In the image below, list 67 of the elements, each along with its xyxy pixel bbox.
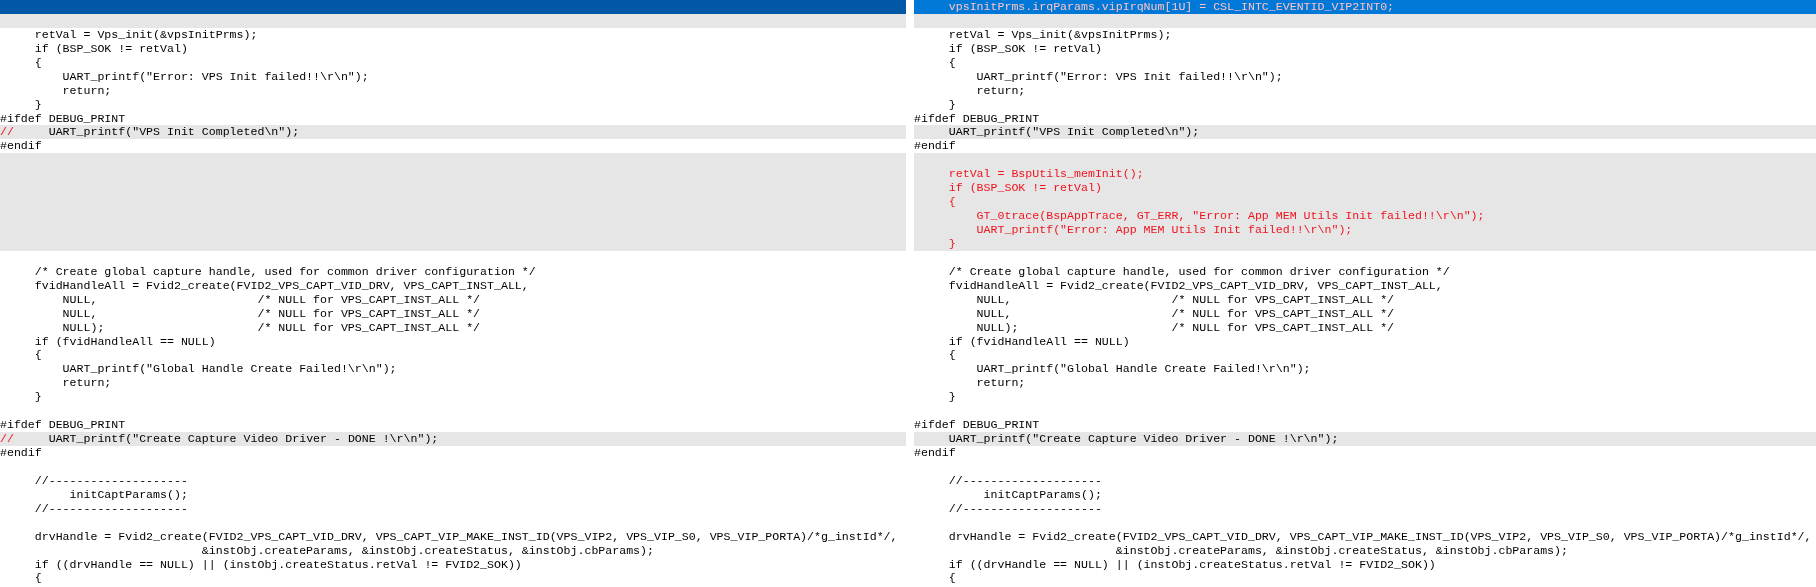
code-line: NULL); /* NULL for VPS_CAPT_INST_ALL */ (975, 320, 1395, 335)
code-line: UART_printf("Error: VPS Init failed!!\r\n"); (61, 69, 369, 84)
code-line: #ifdef DEBUG_PRINT (0, 418, 126, 433)
code-line: return; (975, 83, 1026, 98)
code-line: initCaptParams(); (982, 487, 1102, 502)
code-line: //-------------------- (33, 473, 188, 488)
code-line: UART_printf("Create Capture Video Driver - DONE !\r\n"); (47, 432, 439, 446)
code-line: #ifdef DEBUG_PRINT (914, 418, 1040, 433)
code-line: drvHandle = Fvid2_create(FVID2_VPS_CAPT_VID_DRV, VPS_CAPT_VIP_MAKE_INST_ID(VPS_VIP2, VPS_VIP_S0, VPS_VIP_PORTA)/*g_instId*/, (33, 529, 898, 544)
code-line: { (33, 348, 42, 363)
code-line: if (BSP_SOK != retVal) (947, 181, 1102, 196)
code-line: UART_printf("Create Capture Video Driver - DONE !\r\n"); (947, 432, 1339, 446)
code-line: { (947, 55, 956, 70)
code-line: { (33, 571, 42, 586)
comment-marker: // (0, 125, 14, 140)
code-line: #endif (914, 139, 956, 154)
code-line: #endif (0, 139, 42, 154)
code-line: } (947, 390, 956, 405)
code-line: UART_printf("VPS Init Completed\n"); (947, 125, 1200, 140)
code-line: UART_printf("VPS Init Completed\n"); (47, 125, 300, 140)
code-line: /* Create global capture handle, used for common driver configuration */ (947, 264, 1450, 279)
code-line: #ifdef DEBUG_PRINT (914, 111, 1040, 126)
code-line: //-------------------- (947, 501, 1102, 516)
code-line: &instObj.createParams, &instObj.createStatus, &instObj.cbParams); (200, 543, 654, 558)
code-line: GT_0trace(BspAppTrace, GT_ERR, "Error: App MEM Utils Init failed!!\r\n"); (975, 209, 1485, 223)
code-line: //-------------------- (947, 473, 1102, 488)
code-line: UART_printf("Global Handle Create Failed!\r\n"); (61, 362, 397, 377)
code-line: &instObj.createParams, &instObj.createStatus, &instObj.cbParams); (1114, 543, 1568, 558)
code-line: NULL, /* NULL for VPS_CAPT_INST_ALL */ (61, 306, 481, 321)
code-line: if (BSP_SOK != retVal) (947, 41, 1102, 56)
code-line: return; (61, 376, 112, 391)
code-line: retVal = BspUtils_memInit(); (947, 167, 1144, 182)
code-line: drvHandle = Fvid2_create(FVID2_VPS_CAPT_VID_DRV, VPS_CAPT_VIP_MAKE_INST_ID(VPS_VIP2, VPS_VIP_S0, VPS_VIP_PORTA)/*g_instId*/, (947, 529, 1812, 544)
code-line: } (947, 97, 956, 112)
code-line: retVal = Vps_init(&vpsInitPrms); (947, 27, 1172, 42)
code-line: { (33, 55, 42, 70)
code-line: return; (61, 83, 112, 98)
code-line: NULL, /* NULL for VPS_CAPT_INST_ALL */ (975, 306, 1395, 321)
code-line: #ifdef DEBUG_PRINT (0, 111, 126, 126)
code-line: if ((drvHandle == NULL) || (instObj.createStatus.retVal != FVID2_SOK)) (33, 557, 522, 572)
code-line: /* Create global capture handle, used for common driver configuration */ (33, 264, 536, 279)
code-line: { (947, 348, 956, 363)
code-line: NULL, /* NULL for VPS_CAPT_INST_ALL */ (975, 292, 1395, 307)
code-line: retVal = Vps_init(&vpsInitPrms); (33, 27, 258, 42)
code-line: { (947, 571, 956, 586)
code-line: #endif (0, 446, 42, 460)
code-line: NULL, /* NULL for VPS_CAPT_INST_ALL */ (61, 292, 481, 307)
code-line: } (33, 97, 42, 112)
code-line: if (fvidHandleAll == NULL) (33, 334, 216, 349)
code-line: } (947, 236, 956, 251)
code-line: } (33, 390, 42, 405)
code-line: #endif (914, 446, 956, 460)
code-line: //-------------------- (33, 501, 188, 516)
code-line: if (fvidHandleAll == NULL) (947, 334, 1130, 349)
code-line: if ((drvHandle == NULL) || (instObj.createStatus.retVal != FVID2_SOK)) (947, 557, 1436, 572)
comment-marker: // (0, 432, 14, 446)
code-line: return; (975, 376, 1026, 391)
code-line: vpsInitPrms.irqParams.vipIrqNum[1U] = CSL_INTC_EVENTID_VIP2INT0; (947, 0, 1395, 14)
code-line: UART_printf("Error: App MEM Utils Init failed!!\r\n"); (975, 223, 1353, 237)
code-line: NULL); /* NULL for VPS_CAPT_INST_ALL */ (61, 320, 481, 335)
code-line: UART_printf("Global Handle Create Failed!\r\n"); (975, 362, 1311, 377)
code-line: fvidHandleAll = Fvid2_create(FVID2_VPS_CAPT_VID_DRV, VPS_CAPT_INST_ALL, (33, 278, 529, 293)
code-line: if (BSP_SOK != retVal) (33, 41, 188, 56)
code-line: initCaptParams(); (68, 487, 188, 502)
code-line: { (947, 195, 956, 210)
code-line: fvidHandleAll = Fvid2_create(FVID2_VPS_CAPT_VID_DRV, VPS_CAPT_INST_ALL, (947, 278, 1443, 293)
code-line: UART_printf("Error: VPS Init failed!!\r\n"); (975, 69, 1283, 84)
